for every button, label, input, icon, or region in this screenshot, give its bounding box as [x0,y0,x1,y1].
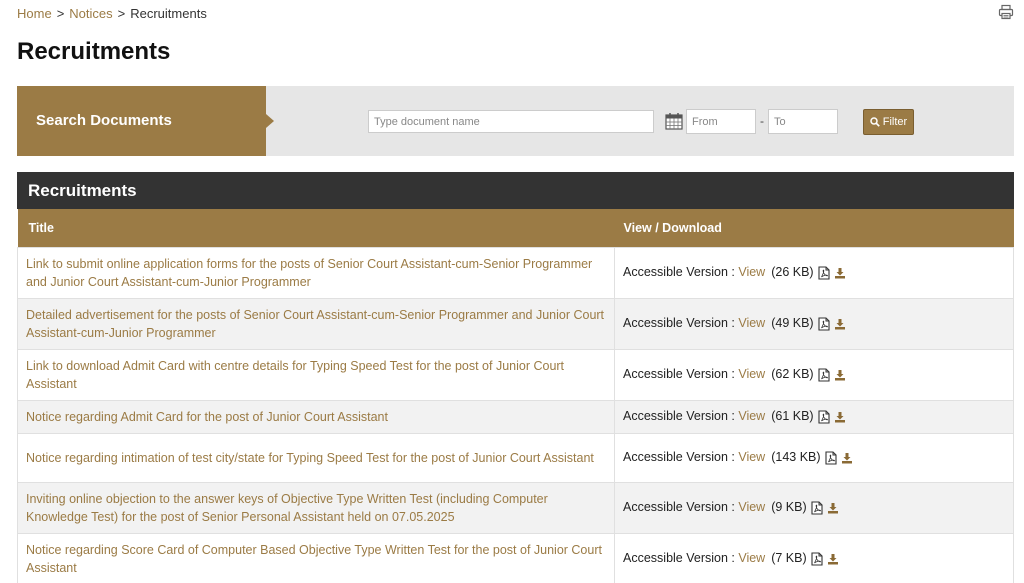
view-link[interactable]: View [738,500,765,514]
row-title-cell: Link to download Admit Card with centre … [17,348,615,401]
pdf-icon[interactable] [818,368,830,382]
calendar-icon[interactable] [665,112,683,130]
table-row: Notice regarding Score Card of Computer … [17,532,1014,583]
row-view-cell: Accessible Version : View (49 KB) [614,297,1014,350]
row-title-link[interactable]: Link to download Admit Card with centre … [26,359,564,391]
row-view-cell: Accessible Version : View (9 KB) [614,481,1014,534]
pdf-icon[interactable] [818,266,830,280]
table-header-row: Title View / Download [17,209,1014,247]
file-size: (9 KB) [771,500,807,515]
accessible-version-label: Accessible Version : [623,450,735,465]
download-icon[interactable] [834,318,846,330]
row-title-cell: Inviting online objection to the answer … [17,481,615,534]
accessible-version-label: Accessible Version : [623,316,735,331]
row-view-cell: Accessible Version : View (62 KB) [614,348,1014,401]
table-row: Notice regarding intimation of test city… [17,432,1014,483]
download-icon[interactable] [834,411,846,423]
file-size: (26 KB) [771,265,814,280]
search-documents-label: Search Documents [17,86,274,156]
accessible-version-label: Accessible Version : [623,265,735,280]
accessible-version-label: Accessible Version : [623,551,735,566]
row-title-link[interactable]: Notice regarding Score Card of Computer … [26,543,602,575]
breadcrumb-notices-link[interactable]: Notices [69,6,112,21]
pdf-icon[interactable] [811,552,823,566]
view-link[interactable]: View [738,450,765,464]
filter-button[interactable]: Filter [863,109,914,135]
from-date-input[interactable] [686,109,756,134]
section-header: Recruitments [17,172,1014,209]
file-size: (61 KB) [771,409,814,424]
pdf-icon[interactable] [818,410,830,424]
date-range-dash: - [760,114,764,128]
download-icon[interactable] [827,502,839,514]
breadcrumb-current: Recruitments [130,6,207,21]
table-row: Detailed advertisement for the posts of … [17,297,1014,350]
title-column-header: Title [17,209,615,247]
file-size: (62 KB) [771,367,814,382]
search-documents-bar: Search Documents - Filter [17,86,1014,156]
breadcrumb-separator: > [56,6,65,21]
recruitments-table: Title View / Download Link to submit onl… [17,209,1014,583]
view-link[interactable]: View [738,316,765,330]
to-date-input[interactable] [768,109,838,134]
row-view-cell: Accessible Version : View (7 KB) [614,532,1014,583]
printer-icon[interactable] [998,4,1014,20]
table-row: Inviting online objection to the answer … [17,481,1014,534]
table-row: Link to submit online application forms … [17,246,1014,299]
view-link[interactable]: View [738,265,765,279]
download-icon[interactable] [827,553,839,565]
accessible-version-label: Accessible Version : [623,367,735,382]
file-size: (143 KB) [771,450,821,465]
view-link[interactable]: View [738,409,765,423]
accessible-version-label: Accessible Version : [623,500,735,515]
row-title-cell: Link to submit online application forms … [17,246,615,299]
table-row: Link to download Admit Card with centre … [17,348,1014,401]
row-title-cell: Notice regarding Score Card of Computer … [17,532,615,583]
row-view-cell: Accessible Version : View (143 KB) [614,432,1014,483]
search-icon [870,117,880,127]
row-title-link[interactable]: Inviting online objection to the answer … [26,492,548,524]
accessible-version-label: Accessible Version : [623,409,735,424]
filter-button-label: Filter [882,116,908,128]
view-link[interactable]: View [738,367,765,381]
download-icon[interactable] [834,369,846,381]
row-title-cell: Notice regarding intimation of test city… [17,432,615,483]
row-title-cell: Detailed advertisement for the posts of … [17,297,615,350]
document-name-input[interactable] [368,110,654,133]
row-view-cell: Accessible Version : View (61 KB) [614,399,1014,434]
row-title-link[interactable]: Link to submit online application forms … [26,257,592,289]
breadcrumb-separator: > [117,6,126,21]
row-title-link[interactable]: Notice regarding intimation of test city… [26,451,594,465]
row-title-link[interactable]: Notice regarding Admit Card for the post… [26,410,388,424]
row-view-cell: Accessible Version : View (26 KB) [614,246,1014,299]
file-size: (49 KB) [771,316,814,331]
view-download-column-header: View / Download [614,209,1014,247]
download-icon[interactable] [841,452,853,464]
download-icon[interactable] [834,267,846,279]
pdf-icon[interactable] [825,451,837,465]
table-row: Notice regarding Admit Card for the post… [17,399,1014,434]
breadcrumb-home-link[interactable]: Home [17,6,52,21]
pdf-icon[interactable] [811,501,823,515]
file-size: (7 KB) [771,551,807,566]
page-title: Recruitments [17,38,171,65]
pdf-icon[interactable] [818,317,830,331]
view-link[interactable]: View [738,551,765,565]
row-title-cell: Notice regarding Admit Card for the post… [17,399,615,434]
breadcrumb: Home > Notices > Recruitments [17,6,207,21]
row-title-link[interactable]: Detailed advertisement for the posts of … [26,308,604,340]
